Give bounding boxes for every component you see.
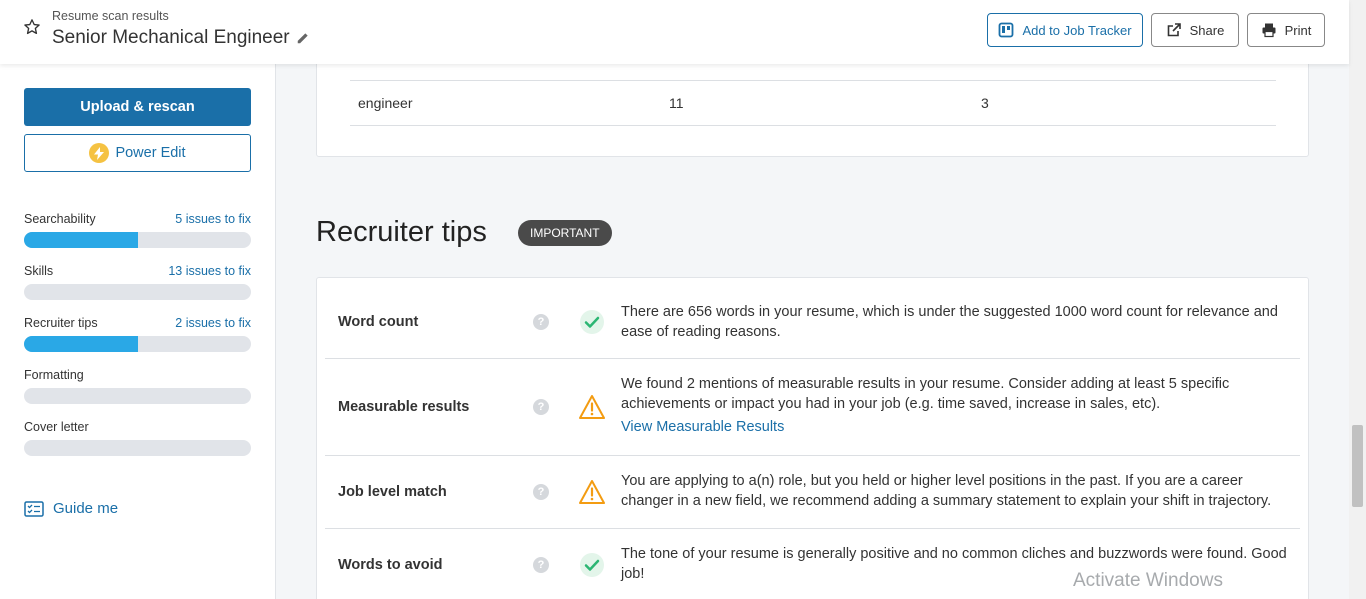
category-skills[interactable]: Skills 13 issues to fix	[24, 264, 251, 300]
category-searchability[interactable]: Searchability 5 issues to fix	[24, 212, 251, 248]
tip-title: Word count	[338, 314, 419, 330]
print-label: Print	[1284, 22, 1312, 38]
main-content: engineer 11 3 Recruiter tips IMPORTANT W…	[276, 64, 1349, 599]
share-button[interactable]: Share	[1151, 13, 1239, 47]
printer-icon	[1262, 23, 1276, 38]
table-divider	[350, 80, 1276, 81]
category-name: Skills	[24, 264, 54, 278]
category-name: Searchability	[24, 212, 96, 226]
category-name: Cover letter	[24, 420, 89, 434]
lightning-icon	[89, 143, 110, 163]
tip-text: There are 656 words in your resume, whic…	[621, 304, 1278, 340]
star-icon[interactable]	[23, 18, 41, 36]
page-scrollbar[interactable]	[1349, 0, 1366, 599]
progress-bar	[24, 440, 251, 456]
guide-me-label: Guide me	[53, 500, 119, 517]
print-button[interactable]: Print	[1247, 13, 1325, 47]
tip-row-measurable-results: Measurable results ? We found 2 mentions…	[325, 359, 1300, 456]
category-cover-letter[interactable]: Cover letter	[24, 420, 251, 456]
recruiter-tips-card: Word count ? There are 656 words in your…	[316, 277, 1309, 599]
progress-bar	[24, 284, 251, 300]
power-edit-button[interactable]: Power Edit	[24, 134, 251, 172]
important-badge: IMPORTANT	[518, 220, 612, 246]
page-title: Senior Mechanical Engineer	[52, 27, 290, 48]
view-measurable-results-link[interactable]: View Measurable Results	[621, 417, 1296, 437]
table-divider	[350, 125, 1276, 126]
category-name: Formatting	[24, 368, 84, 382]
progress-fill	[24, 336, 138, 352]
pencil-icon[interactable]	[296, 31, 310, 45]
tip-row-job-level-match: Job level match ? You are applying to a(…	[325, 456, 1300, 529]
keyword-cell: engineer	[358, 95, 413, 111]
tip-title: Words to avoid	[338, 557, 443, 573]
page-header: Resume scan results Senior Mechanical En…	[0, 0, 1349, 64]
category-name: Recruiter tips	[24, 316, 98, 330]
sidebar: Upload & rescan Power Edit Searchability…	[0, 64, 276, 599]
category-issues[interactable]: 5 issues to fix	[175, 212, 251, 226]
check-icon	[580, 553, 604, 577]
tip-text: We found 2 mentions of measurable result…	[621, 374, 1296, 437]
progress-bar	[24, 388, 251, 404]
category-formatting[interactable]: Formatting	[24, 368, 251, 404]
category-recruiter-tips[interactable]: Recruiter tips 2 issues to fix	[24, 316, 251, 352]
progress-bar	[24, 336, 251, 352]
tip-text-body: We found 2 mentions of measurable result…	[621, 376, 1230, 412]
help-icon[interactable]: ?	[533, 314, 549, 330]
keyword-table-card: engineer 11 3	[316, 64, 1309, 157]
help-icon[interactable]: ?	[533, 399, 549, 415]
check-icon	[580, 310, 604, 334]
job-count-cell: 3	[981, 95, 989, 111]
activate-windows-watermark: Activate Windows	[1073, 570, 1223, 591]
resume-count-cell: 11	[669, 95, 684, 111]
tip-title: Measurable results	[338, 399, 470, 415]
tracker-icon	[999, 22, 1014, 38]
add-to-job-tracker-button[interactable]: Add to Job Tracker	[987, 13, 1143, 47]
help-icon[interactable]: ?	[533, 484, 549, 500]
tip-title: Job level match	[338, 484, 447, 500]
power-edit-label: Power Edit	[115, 145, 186, 161]
tracker-label: Add to Job Tracker	[1022, 22, 1132, 38]
tip-text: You are applying to a(n) role, but you h…	[621, 473, 1272, 509]
scrollbar-thumb[interactable]	[1352, 425, 1363, 507]
recruiter-tips-heading: Recruiter tips	[316, 216, 487, 248]
share-label: Share	[1189, 22, 1225, 38]
progress-bar	[24, 232, 251, 248]
progress-fill	[24, 232, 138, 248]
page-subtitle: Resume scan results	[52, 9, 169, 23]
tip-row-word-count: Word count ? There are 656 words in your…	[325, 278, 1300, 359]
upload-rescan-button[interactable]: Upload & rescan	[24, 88, 251, 126]
warning-icon	[579, 395, 605, 419]
checklist-icon	[24, 500, 44, 517]
help-icon[interactable]: ?	[533, 557, 549, 573]
category-issues[interactable]: 13 issues to fix	[168, 264, 251, 278]
warning-icon	[579, 480, 605, 504]
share-icon	[1167, 23, 1181, 37]
category-issues[interactable]: 2 issues to fix	[175, 316, 251, 330]
guide-me-link[interactable]: Guide me	[24, 500, 118, 517]
